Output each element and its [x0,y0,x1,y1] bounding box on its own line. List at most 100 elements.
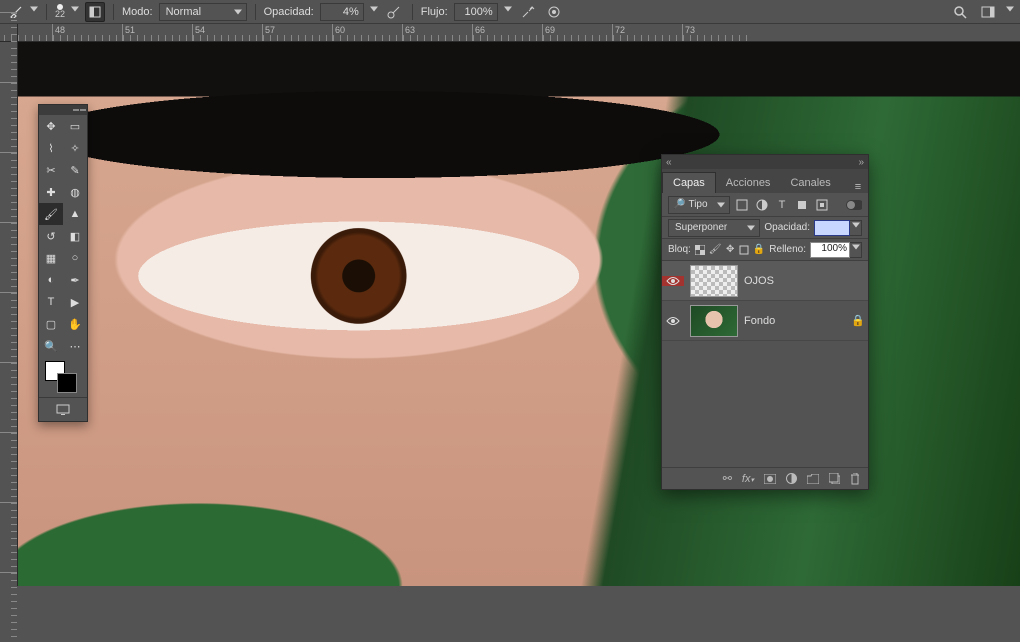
chevron-down-icon [747,225,755,230]
filter-shape-icon[interactable] [794,197,810,213]
panel-grip[interactable]: « » [662,155,868,169]
tab-acciones[interactable]: Acciones [716,173,781,193]
pressure-size-icon[interactable] [544,2,564,22]
airbrush-icon[interactable] [518,2,538,22]
tab-capas[interactable]: Capas [662,172,716,193]
tools-panel: ✥▭⌇✧✂✎✚◍🖌▲↺◧▦○◐✒T▶▢✋🔍⋯ [38,104,88,422]
opacity-input[interactable]: 4% [320,3,364,21]
filter-smart-icon[interactable] [814,197,830,213]
chevron-down-icon[interactable] [71,7,79,12]
lock-artboard-icon[interactable] [739,243,749,257]
layer-row[interactable]: OJOS [662,261,868,301]
filter-type-select[interactable]: 🔎Tipo [668,196,730,214]
color-swatches [39,357,87,397]
eraser-tool[interactable]: ◧ [63,225,87,247]
panel-tabs: Capas Acciones Canales ≡ [662,169,868,193]
ruler-tick-label: 73 [685,25,695,35]
new-layer-icon[interactable] [829,473,840,484]
layer-list: OJOS Fondo🔒 [662,261,868,467]
ruler-horizontal[interactable]: 4548515457606366697273 [0,24,1020,42]
edit-toolbar[interactable]: ⋯ [63,335,87,357]
filter-type-icon[interactable]: T [774,197,790,213]
layer-thumbnail[interactable] [690,265,738,297]
lock-transparency-icon[interactable] [695,243,705,257]
visibility-toggle[interactable] [662,316,684,326]
ruler-tick: 73 [682,24,752,41]
lasso-tool[interactable]: ⌇ [39,137,63,159]
mode-label: Modo: [122,6,153,18]
document-canvas[interactable] [18,42,1020,586]
lock-all-icon[interactable]: 🔒 [753,243,765,257]
background-swatch[interactable] [57,373,77,393]
separator [255,4,256,20]
marquee-tool[interactable]: ▭ [63,115,87,137]
ruler-tick-label: 66 [475,25,485,35]
screen-mode[interactable] [39,397,87,421]
layer-fill-input[interactable]: 100% [810,242,850,258]
chevron-down-icon[interactable] [850,220,862,236]
brush-tool[interactable]: 🖌 [39,203,63,225]
fx-icon[interactable]: fx▾ [742,473,754,485]
workspace-switcher-icon[interactable] [978,2,998,22]
filter-pixel-icon[interactable] [734,197,750,213]
filter-adjust-icon[interactable] [754,197,770,213]
flow-input[interactable]: 100% [454,3,498,21]
zoom-tool[interactable]: 🔍 [39,335,63,357]
layer-name[interactable]: OJOS [744,275,848,287]
ruler-tick-label: 54 [195,25,205,35]
collapse-left-icon[interactable]: « [666,157,672,168]
path-select-tool[interactable]: ▶ [63,291,87,313]
dodge-tool[interactable]: ◐ [39,269,63,291]
layer-row[interactable]: Fondo🔒 [662,301,868,341]
crop-tool[interactable]: ✂ [39,159,63,181]
patch-tool[interactable]: ◍ [63,181,87,203]
lock-position-icon[interactable]: ✥ [726,243,735,257]
filter-toggle-switch[interactable] [846,197,862,213]
lock-pixels-icon[interactable]: 🖌 [709,243,722,257]
clone-stamp-tool[interactable]: ▲ [63,203,87,225]
group-icon[interactable] [807,474,819,484]
panel-menu-icon[interactable]: ≡ [848,181,868,193]
history-brush-tool[interactable]: ↺ [39,225,63,247]
chevron-down-icon[interactable] [1006,7,1014,12]
brush-panel-toggle[interactable] [85,2,105,22]
rectangle-tool[interactable]: ▢ [39,313,63,335]
move-tool[interactable]: ✥ [39,115,63,137]
brush-size-value: 22 [55,10,65,19]
visibility-toggle[interactable] [662,276,684,286]
chevron-down-icon[interactable] [504,7,512,12]
lock-row: Bloq: 🖌 ✥ 🔒 Relleno: 100% [662,239,868,261]
options-bar: 22 Modo: Normal Opacidad: 4% Flujo: 100% [0,0,1020,24]
layer-thumbnail[interactable] [690,305,738,337]
layer-lock-icon[interactable]: 🔒 [848,314,868,327]
layer-name[interactable]: Fondo [744,315,848,327]
blur-tool[interactable]: ○ [63,247,87,269]
eyedropper-tool[interactable]: ✎ [63,159,87,181]
adjustment-icon[interactable] [786,473,797,484]
separator [46,4,47,20]
blend-mode-select[interactable]: Normal [159,3,247,21]
brush-preview[interactable]: 22 [55,4,65,19]
spot-heal-tool[interactable]: ✚ [39,181,63,203]
chevron-down-icon[interactable] [370,7,378,12]
magic-wand-tool[interactable]: ✧ [63,137,87,159]
trash-icon[interactable] [850,473,860,485]
link-icon[interactable]: ⚯ [723,472,732,485]
ruler-vertical[interactable] [0,42,18,586]
lock-label: Bloq: [668,244,691,255]
gradient-tool[interactable]: ▦ [39,247,63,269]
type-tool[interactable]: T [39,291,63,313]
ruler-tick-label: 48 [55,25,65,35]
chevron-down-icon[interactable] [30,7,38,12]
tab-canales[interactable]: Canales [780,173,840,193]
tools-panel-grip[interactable] [39,105,87,115]
collapse-right-icon[interactable]: » [858,157,864,168]
layer-blend-mode-select[interactable]: Superponer [668,219,760,237]
pressure-opacity-icon[interactable] [384,2,404,22]
layer-opacity-input[interactable] [814,220,850,236]
search-icon[interactable] [950,2,970,22]
pen-tool[interactable]: ✒ [63,269,87,291]
mask-icon[interactable] [764,474,776,484]
hand-tool[interactable]: ✋ [63,313,87,335]
chevron-down-icon[interactable] [850,242,862,258]
